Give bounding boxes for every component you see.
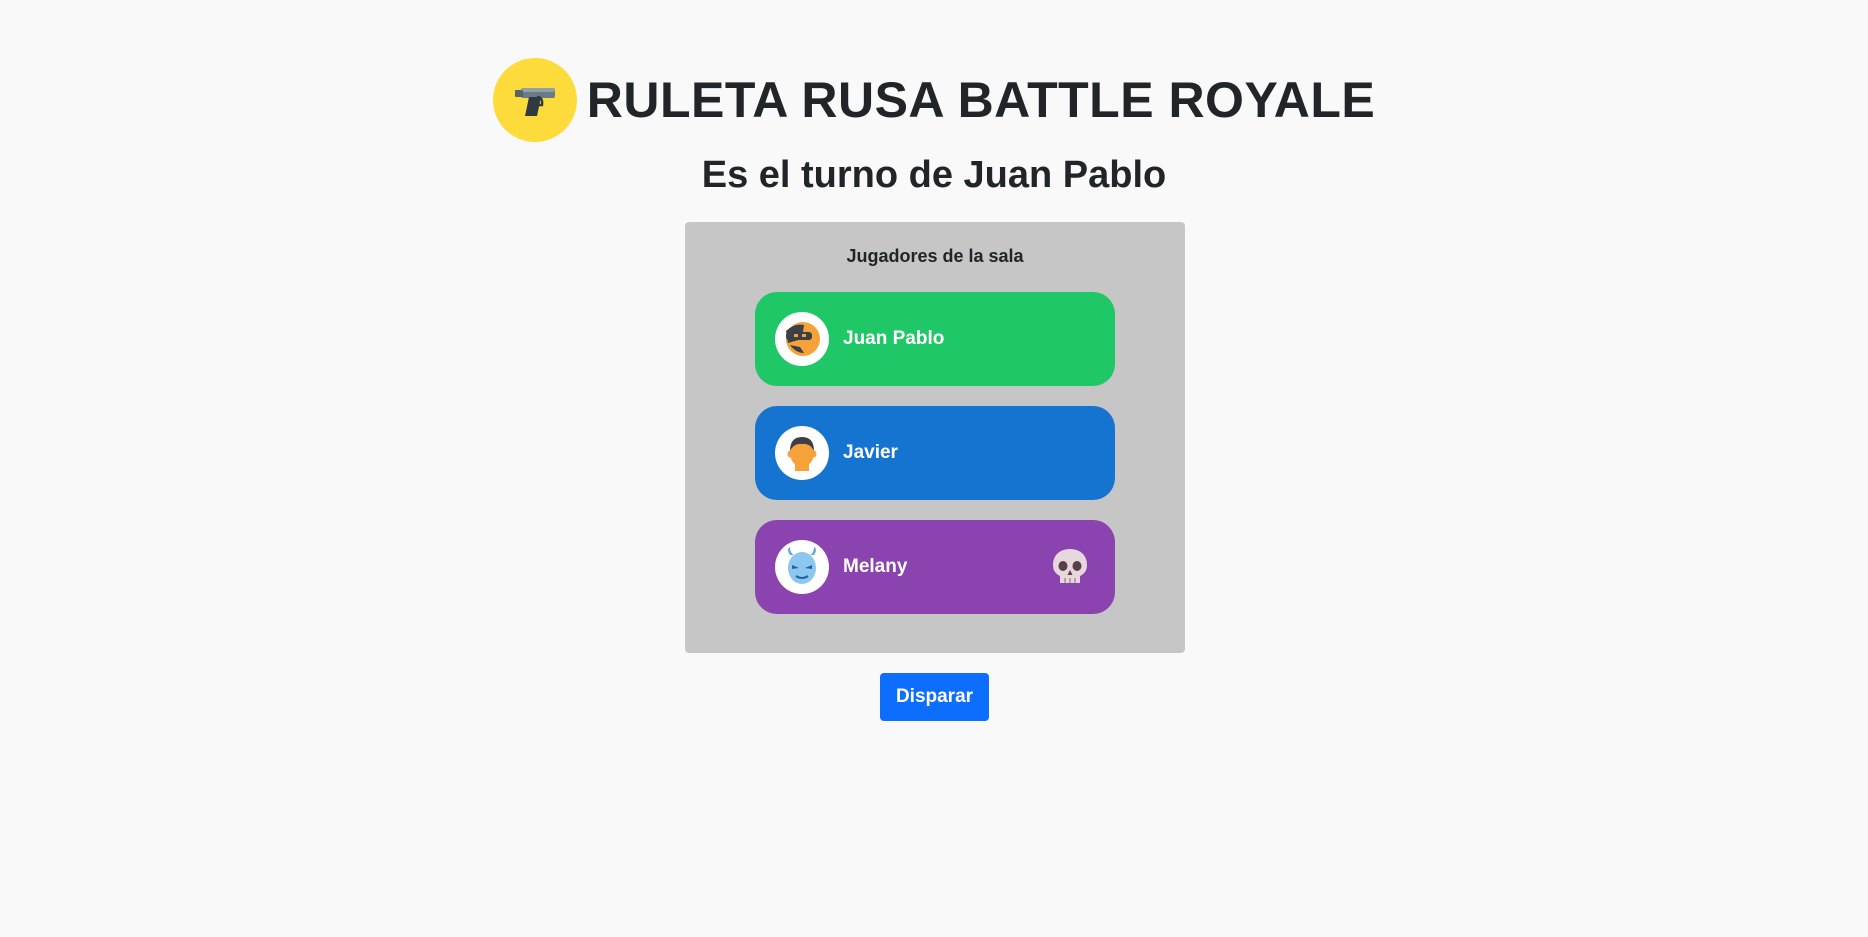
game-page: RULETA RUSA BATTLE ROYALE Es el turno de… xyxy=(0,0,1868,937)
ghost-demon-avatar-icon xyxy=(775,540,829,594)
skull-icon xyxy=(1049,546,1091,592)
pistol-icon xyxy=(492,58,577,142)
player-card-juan-pablo: Juan Pablo xyxy=(755,292,1115,386)
turn-indicator: Es el turno de Juan Pablo xyxy=(701,154,1167,196)
player-card-melany: Melany xyxy=(755,520,1115,614)
room-panel: Jugadores de la sala Juan Pablo Javier M… xyxy=(685,222,1185,653)
player-card-javier: Javier xyxy=(755,406,1115,500)
ninja-avatar-icon xyxy=(775,312,829,366)
player-name: Juan Pablo xyxy=(843,328,945,349)
shoot-button[interactable]: Disparar xyxy=(880,673,989,721)
room-title: Jugadores de la sala xyxy=(846,246,1024,266)
header: RULETA RUSA BATTLE ROYALE xyxy=(0,58,1868,142)
app-title: RULETA RUSA BATTLE ROYALE xyxy=(586,72,1376,128)
player-name: Javier xyxy=(843,442,898,463)
man-avatar-icon xyxy=(775,426,829,480)
player-name: Melany xyxy=(843,556,908,577)
